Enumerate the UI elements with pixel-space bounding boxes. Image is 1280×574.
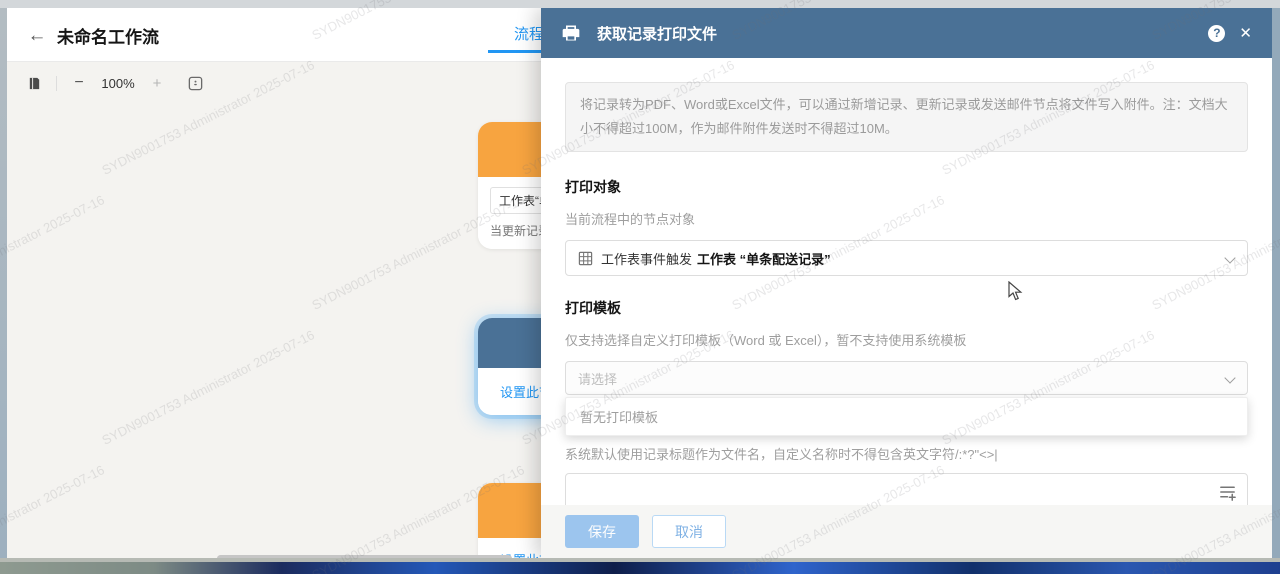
back-button[interactable]: ← [23,22,51,50]
dialog-footer: 保存 取消 [541,505,1272,558]
print-object-desc: 当前流程中的节点对象 [565,212,696,227]
screen: ← 未命名工作流 流程 − 100% + 工作表“单条配送记录” 当更新记录时 [0,0,1280,574]
toolbar-divider [56,75,57,91]
workflow-app-window: ← 未命名工作流 流程 − 100% + 工作表“单条配送记录” 当更新记录时 [7,8,1272,558]
help-icon[interactable]: ? [1208,24,1226,42]
desktop-edge-right [1272,8,1280,562]
close-glyph: ✕ [1239,24,1252,42]
dialog-body: 将记录转为PDF、Word或Excel文件，可以通过新增记录、更新记录或发送邮件… [541,58,1272,505]
zoom-out-button[interactable]: − [66,70,92,96]
file-name-input[interactable] [566,474,1247,505]
option-no-template[interactable]: 暂无打印模板 [566,398,1247,435]
printer-icon [561,22,583,44]
save-button[interactable]: 保存 [565,515,639,548]
worksheet-grid-icon [578,251,593,266]
help-glyph: ? [1213,26,1221,40]
dialog-info-note: 将记录转为PDF、Word或Excel文件，可以通过新增记录、更新记录或发送邮件… [565,82,1248,152]
print-template-options-panel: 暂无打印模板 [565,397,1248,436]
file-name-hint: 系统默认使用记录标题作为文件名，自定义名称时不得包含英文字符/:*?"<>| [565,447,998,462]
file-name-field [565,473,1248,505]
print-file-dialog: 获取记录打印文件 ? ✕ 将记录转为PDF、Word或Excel文件，可以通过新… [541,8,1272,558]
insert-field-icon[interactable] [1218,483,1237,502]
zoom-in-button[interactable]: + [144,70,170,96]
print-template-heading: 打印模板 [565,300,621,316]
desktop-edge-top [0,0,1280,8]
print-object-value-bold: 工作表 “单条配送记录” [697,251,831,267]
minimap-button[interactable] [21,70,47,96]
desktop-wallpaper-strip [0,562,1280,574]
minimap-icon [29,77,39,89]
print-template-placeholder: 请选择 [578,371,618,387]
fit-view-icon [188,76,202,90]
tab-flow-underline [488,50,548,53]
dialog-title: 获取记录打印文件 [597,25,718,43]
workflow-title: 未命名工作流 [57,28,159,47]
print-template-select[interactable]: 请选择 [565,361,1248,395]
chevron-down-icon [1224,372,1236,384]
canvas-horizontal-scrollbar[interactable] [217,555,512,558]
print-object-heading: 打印对象 [565,179,621,195]
minus-icon: − [74,74,84,91]
print-template-desc: 仅支持选择自定义打印模板（Word 或 Excel），暂不支持使用系统模板 [565,333,967,348]
desktop-edge-left [0,8,7,562]
close-icon[interactable]: ✕ [1239,26,1252,41]
cancel-button[interactable]: 取消 [652,515,726,548]
zoom-level: 100% [101,75,135,91]
dialog-header: 获取记录打印文件 ? ✕ [541,8,1272,58]
fit-view-button[interactable] [182,70,208,96]
print-object-value: 工作表事件触发 [601,251,693,267]
plus-icon: + [152,74,162,92]
back-arrow-icon: ← [27,25,47,46]
canvas-toolbar: − 100% + [21,70,208,96]
chevron-down-icon [1224,252,1236,264]
print-object-select[interactable]: 工作表事件触发 工作表 “单条配送记录” [565,240,1248,276]
